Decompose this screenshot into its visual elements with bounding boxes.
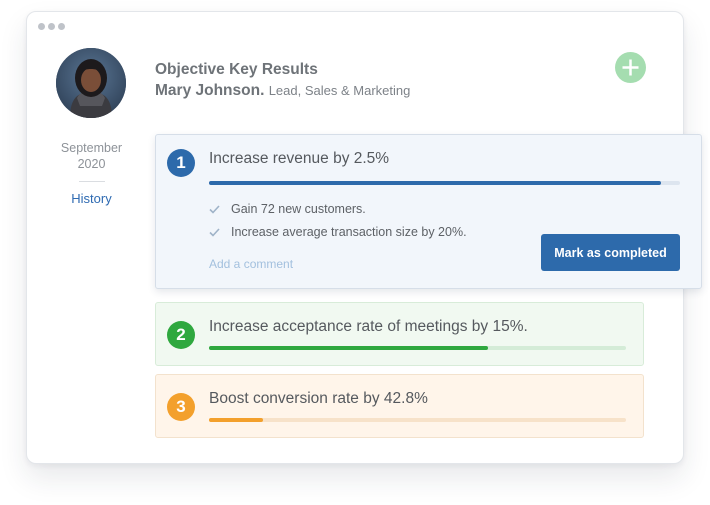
window-dot[interactable] xyxy=(38,23,45,30)
user-line: Mary Johnson. Lead, Sales & Marketing xyxy=(155,82,410,100)
period-month: September xyxy=(60,141,123,155)
okr-window: September 2020 History Objective Key Res… xyxy=(26,11,702,464)
key-result-item: Gain 72 new customers. xyxy=(209,202,366,216)
sidebar-divider xyxy=(79,181,105,182)
objective-title: Boost conversion rate by 42.8% xyxy=(209,390,428,407)
plus-icon xyxy=(622,59,639,76)
objective-title: Increase revenue by 2.5% xyxy=(209,150,390,167)
check-icon xyxy=(209,227,220,237)
progress-fill xyxy=(209,346,489,350)
objective-title: Increase acceptance rate of meetings by … xyxy=(209,318,528,335)
avatar xyxy=(56,48,126,118)
objective-card-3[interactable]: 3 Boost conversion rate by 42.8% xyxy=(155,374,644,438)
objective-number: 1 xyxy=(167,149,195,177)
objective-number: 3 xyxy=(167,393,195,421)
page-title: Objective Key Results xyxy=(155,61,318,78)
window-dot[interactable] xyxy=(48,23,55,30)
progress-track xyxy=(209,346,626,350)
mark-completed-button[interactable]: Mark as completed xyxy=(541,234,680,271)
history-link[interactable]: History xyxy=(55,191,128,206)
key-result-label: Gain 72 new customers. xyxy=(231,202,366,216)
progress-track xyxy=(209,418,626,422)
add-comment-link[interactable]: Add a comment xyxy=(209,257,293,271)
progress-fill xyxy=(209,181,662,185)
objective-card-2[interactable]: 2 Increase acceptance rate of meetings b… xyxy=(155,302,644,366)
progress-track xyxy=(209,181,680,185)
key-result-label: Increase average transaction size by 20%… xyxy=(231,225,467,239)
key-result-item: Increase average transaction size by 20%… xyxy=(209,225,467,239)
objective-card-1[interactable]: 1 Increase revenue by 2.5% Gain 72 new c… xyxy=(155,134,702,289)
progress-fill xyxy=(209,418,264,422)
check-icon xyxy=(209,204,220,214)
window-dot[interactable] xyxy=(58,23,65,30)
add-objective-button[interactable] xyxy=(615,52,646,83)
period-label: September 2020 xyxy=(55,140,128,172)
user-name: Mary Johnson. xyxy=(155,82,265,99)
period-year: 2020 xyxy=(77,157,106,171)
user-role: Lead, Sales & Marketing xyxy=(268,83,411,98)
objective-number: 2 xyxy=(167,321,195,349)
window-controls xyxy=(38,23,65,30)
